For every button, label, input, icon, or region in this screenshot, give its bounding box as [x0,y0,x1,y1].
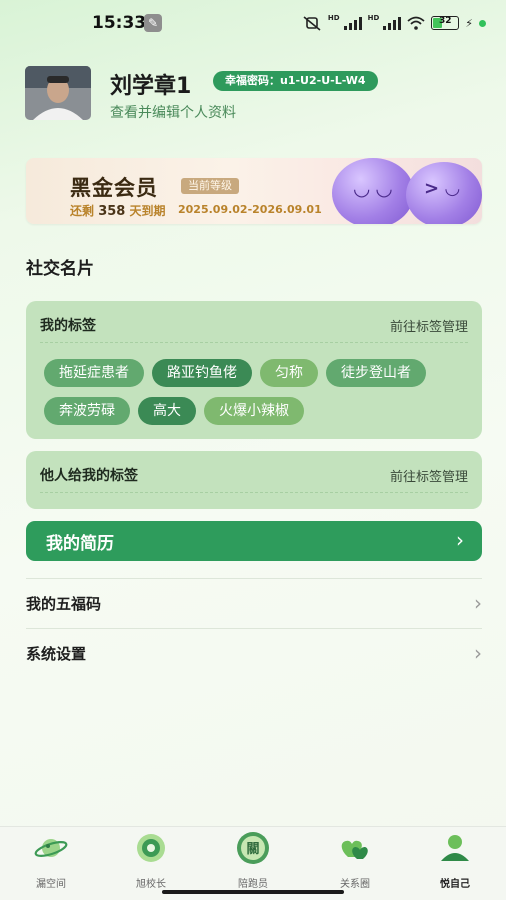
charging-icon: ⚡ [465,16,473,30]
tab-relations[interactable]: 关系圈 [320,831,390,890]
tag-item[interactable]: 拖延症患者 [44,359,144,387]
bottom-tab-bar: 漏空间 旭校长 關 陪跑员 关系圈 悦自己 [0,826,506,900]
tab-label: 悦自己 [440,879,470,890]
vip-date-range: 2025.09.02-2026.09.01 [178,203,322,216]
menu-item-label: 系统设置 [26,645,87,663]
tab-label: 陪跑员 [238,879,268,890]
vip-remaining-prefix: 还剩 [70,204,95,218]
tab-space[interactable]: 漏空间 [16,831,86,890]
companion-badge-icon: 關 [237,832,269,864]
status-time: 15:33 [92,13,147,33]
lucky-code-badge: 幸福密码：u1-U2-U-L-W4 [213,71,378,91]
social-card-title: 社交名片 [26,259,94,279]
my-tags-card: 我的标签 前往标签管理 拖延症患者 路亚钓鱼佬 匀称 徒步登山者 奔波劳碌 高大… [26,301,482,439]
others-tags-manage-link[interactable]: 前往标签管理 [390,466,468,485]
edit-profile-link[interactable]: 查看并编辑个人资料 [110,102,236,122]
tab-principal[interactable]: 旭校长 [116,831,186,890]
tag-list: 拖延症患者 路亚钓鱼佬 匀称 徒步登山者 奔波劳碌 高大 火爆小辣椒 [44,359,464,425]
my-tags-title: 我的标签 [40,318,96,334]
vip-remaining: 还剩 358 天到期 [70,202,166,219]
tab-label: 旭校长 [136,879,166,890]
resume-button[interactable]: 我的简历 › [26,521,482,561]
eye-circle-icon [137,834,165,862]
tab-myself[interactable]: 悦自己 [420,831,490,890]
status-bar: 15:33 ✎ HD HD 32 ⚡ [0,0,506,46]
mascot-right-icon: > ◡ [406,162,482,224]
tab-label: 漏空间 [36,879,66,890]
others-tags-header: 他人给我的标签 前往标签管理 [40,463,468,493]
battery-icon: 32 [431,16,460,30]
resume-label: 我的简历 [46,534,114,554]
wrench-icon: ✎ [144,14,162,32]
chevron-right-icon: › [474,591,482,615]
menu-item-wufu-code[interactable]: 我的五福码 › [26,578,482,628]
home-indicator [162,890,344,894]
tab-label: 关系圈 [340,879,370,890]
vip-title: 黑金会员 [70,176,158,200]
vip-remaining-suffix: 天到期 [129,204,166,218]
signal-icon-2 [383,16,402,30]
avatar-photo [25,66,91,120]
others-tags-card: 他人给我的标签 前往标签管理 [26,451,482,509]
signal-icon [343,16,362,30]
chevron-right-icon: › [474,641,482,665]
planet-icon [34,839,68,857]
mascot-left-icon: ◡ ◡ [332,158,414,224]
tag-item[interactable]: 奔波劳碌 [44,397,130,425]
vip-remaining-days: 358 [98,204,126,219]
tab-companion[interactable]: 關 陪跑员 [218,831,288,890]
vip-banner[interactable]: 黑金会员 当前等级 还剩 358 天到期 2025.09.02-2026.09.… [26,158,482,224]
vibrate-mute-icon [303,16,321,31]
battery-text: 32 [439,16,452,26]
menu-item-settings[interactable]: 系统设置 › [26,628,482,678]
wifi-icon [407,16,425,30]
user-name: 刘学章1 [110,74,192,99]
tag-item[interactable]: 高大 [138,397,196,425]
my-tags-manage-link[interactable]: 前往标签管理 [390,316,468,335]
my-tags-header: 我的标签 前往标签管理 [40,313,468,343]
tag-item[interactable]: 火爆小辣椒 [204,397,304,425]
status-dot [479,19,486,27]
hd-label: HD [327,14,340,22]
vip-level-badge: 当前等级 [181,178,239,194]
tag-item[interactable]: 徒步登山者 [326,359,426,387]
menu-item-label: 我的五福码 [26,595,102,613]
tag-item[interactable]: 匀称 [260,359,318,387]
avatar[interactable] [25,66,91,120]
hd-label-2: HD [367,14,380,22]
status-icons: HD HD 32 ⚡ [302,14,486,32]
chevron-right-icon: › [456,528,464,552]
person-icon [441,835,469,861]
hearts-icon [341,840,368,859]
svg-text:關: 關 [246,842,259,857]
others-tags-title: 他人给我的标签 [40,468,138,484]
tag-item[interactable]: 路亚钓鱼佬 [152,359,252,387]
